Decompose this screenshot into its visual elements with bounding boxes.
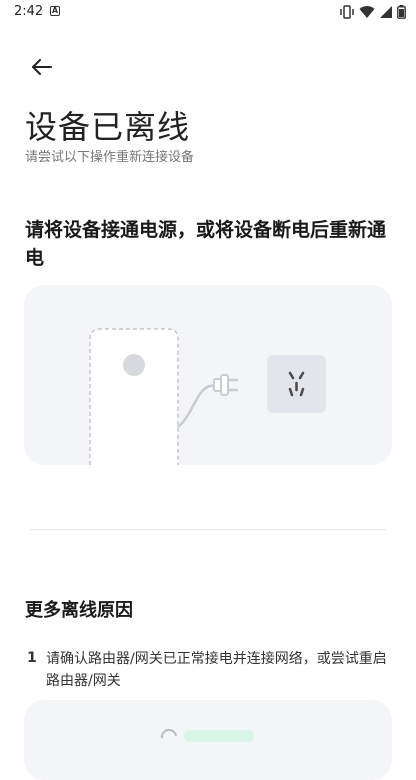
battery-icon — [397, 5, 406, 19]
status-icons — [339, 4, 406, 20]
device-icon — [89, 328, 179, 465]
step-heading: 请将设备接通电源，或将设备断电后重新通电 — [25, 219, 387, 269]
router-illustration — [160, 728, 254, 742]
vibrate-icon — [340, 5, 354, 19]
status-time: 2:42 — [14, 4, 44, 19]
wifi-icon — [359, 6, 375, 19]
more-reasons-heading: 更多离线原因 — [25, 600, 133, 621]
page-title: 设备已离线 — [25, 108, 191, 146]
power-illustration-card — [24, 285, 392, 465]
back-button[interactable] — [24, 52, 60, 82]
loading-icon — [160, 728, 178, 739]
signal-icon — [380, 6, 392, 18]
router-illustration-card — [24, 700, 392, 780]
reason-number: 1 — [27, 650, 37, 666]
router-bar — [184, 730, 254, 742]
plug-icon — [177, 374, 238, 428]
power-illustration — [89, 328, 326, 465]
arrow-left-icon — [32, 59, 52, 75]
socket-icon — [267, 355, 326, 413]
page-subtitle: 请尝试以下操作重新连接设备 — [25, 150, 195, 165]
divider — [30, 529, 386, 530]
status-bar: 2:42 A — [0, 0, 416, 24]
a-app-icon: A — [50, 6, 60, 16]
reason-text: 请确认路由器/网关已正常接电并连接网络，或尝试重启路由器/网关 — [46, 651, 387, 689]
